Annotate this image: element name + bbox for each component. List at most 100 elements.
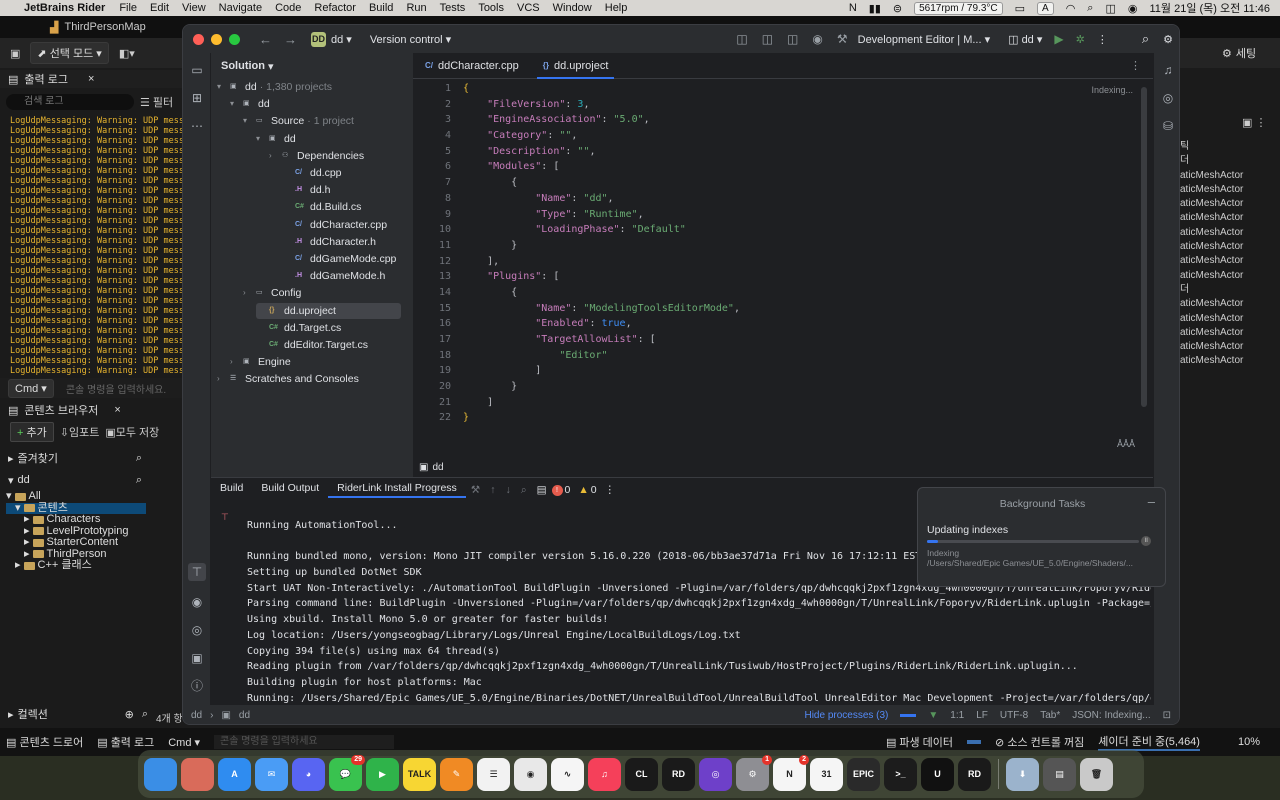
outliner-actor-item[interactable]: aticMeshActor xyxy=(1180,312,1280,326)
dock-pages-icon[interactable]: ✎ xyxy=(440,757,473,791)
zoom-level[interactable]: 10% xyxy=(1238,736,1260,748)
outliner-actor-item[interactable]: aticMeshActor xyxy=(1180,254,1280,268)
debug-icon[interactable]: ✲ xyxy=(1076,33,1085,46)
bottom-tab[interactable]: Build Output xyxy=(252,482,328,498)
output-log-tab[interactable]: ▤ 출력 로그 × xyxy=(0,70,182,88)
editor-tab[interactable]: {} dd.uproject xyxy=(531,53,621,79)
hammer-icon[interactable]: ⚒ xyxy=(471,484,480,496)
status-path-leaf[interactable]: dd xyxy=(239,710,250,721)
menu-item-tools[interactable]: Tools xyxy=(478,2,504,14)
run-target-dropdown[interactable]: ◫ dd ▾ xyxy=(1008,33,1042,46)
menu-item-refactor[interactable]: Refactor xyxy=(314,2,356,14)
dock-calendar-icon[interactable]: 31 xyxy=(810,757,843,791)
dock-desktop-stack-icon[interactable]: ▤ xyxy=(1043,757,1076,791)
build-tool-icon[interactable]: ⊤ xyxy=(188,563,206,581)
gear-icon[interactable]: ⚙ xyxy=(1222,47,1232,60)
add-collection-icon[interactable]: ⊕ xyxy=(125,708,134,721)
save-all-button[interactable]: ▣모두 저장 xyxy=(105,424,159,440)
vcs-widget[interactable]: Version control ▾ xyxy=(370,33,451,46)
caret-position[interactable]: 1:1 xyxy=(950,710,964,721)
settings-label[interactable]: 세팅 xyxy=(1236,45,1256,61)
collections-row[interactable]: ▸ 컬렉션 ⊕ ⌕ xyxy=(8,706,148,722)
content-folder-item[interactable]: ▸ StarterContent xyxy=(6,536,146,549)
close-icon[interactable]: × xyxy=(88,73,94,85)
add-actor-icon[interactable]: ◧▾ xyxy=(119,47,135,60)
ai-assistant-icon[interactable]: ◎ xyxy=(1159,89,1177,107)
menu-item-tests[interactable]: Tests xyxy=(440,2,466,14)
favorites-row[interactable]: ▸ 즐겨찾기 ⌕ xyxy=(8,449,142,467)
hammer-icon[interactable]: ⚒ xyxy=(837,32,848,46)
gamepad-icon[interactable]: ◫ xyxy=(762,32,773,46)
solution-tree-item[interactable]: C# dd.Target.cs xyxy=(256,320,341,336)
content-folder-item[interactable]: ▸ Characters xyxy=(6,513,146,526)
run-config-dropdown[interactable]: Development Editor | M... ▾ xyxy=(858,33,990,46)
save-icon[interactable]: ▣ xyxy=(10,47,20,60)
dock-trash-icon[interactable]: 🗑 xyxy=(1080,757,1113,791)
minimize-icon[interactable]: – xyxy=(1148,494,1155,509)
fan-status[interactable]: 5617rpm / 79.3°C xyxy=(914,1,1003,15)
search-icon[interactable]: ⌕ xyxy=(1142,31,1149,47)
outliner-actor-item[interactable]: aticMeshActor xyxy=(1180,297,1280,311)
line-separator[interactable]: LF xyxy=(976,710,988,721)
gear-icon[interactable]: ⚙ xyxy=(1163,33,1173,46)
more-icon[interactable]: ⋮ xyxy=(1097,33,1108,46)
add-button[interactable]: + 추가 xyxy=(10,422,54,442)
solution-tree-item[interactable]: › ☰ Scratches and Consoles xyxy=(217,371,359,387)
menu-item-window[interactable]: Window xyxy=(553,2,592,14)
solution-tree-item[interactable]: ▾ ▭ Source · 1 project xyxy=(243,113,354,129)
more-icon[interactable]: ⋯ xyxy=(188,117,206,135)
content-browser-tab[interactable]: ▤ 콘텐츠 브라우저 × xyxy=(0,401,182,419)
code-content[interactable]: { "FileVersion": 3, "EngineAssociation":… xyxy=(463,81,1123,441)
database-icon[interactable]: ⛁ xyxy=(1159,117,1177,135)
source-control-button[interactable]: ⊘ 소스 컨트롤 꺼짐 xyxy=(995,734,1084,750)
dock-finder-icon[interactable] xyxy=(144,757,177,791)
more-icon[interactable]: ⋮ xyxy=(605,484,616,496)
content-drawer-button[interactable]: ▤ 콘텐츠 드로어 xyxy=(6,734,83,750)
dock-app-store-icon[interactable]: A xyxy=(218,757,251,791)
terminal-icon[interactable]: ▣ xyxy=(188,649,206,667)
filter-icon[interactable]: ▤ xyxy=(537,484,547,496)
dock-mail-icon[interactable]: ✉ xyxy=(255,757,288,791)
forward-arrow-icon[interactable]: → xyxy=(284,32,297,47)
outliner-actor-item[interactable]: aticMeshActor xyxy=(1180,354,1280,368)
output-log-search-input[interactable]: 검색 로그 xyxy=(6,94,134,110)
solution-tree-item[interactable]: C# ddEditor.Target.cs xyxy=(256,337,368,353)
content-folder-item[interactable]: ▾ All xyxy=(6,490,146,503)
dock-github-icon[interactable]: ◎ xyxy=(699,757,732,791)
outliner-actor-item[interactable]: 더 xyxy=(1180,154,1280,168)
solution-tree-item[interactable]: C# dd.Build.cs xyxy=(282,199,361,215)
solution-tree-item[interactable]: .H ddGameMode.h xyxy=(282,268,385,284)
breadcrumb-item[interactable]: dd xyxy=(432,462,443,473)
dock-unreal-icon[interactable]: U xyxy=(921,757,954,791)
solution-tree-item[interactable]: ▾ ▣ dd · 1,380 projects xyxy=(217,79,332,95)
bottom-tab[interactable]: RiderLink Install Progress xyxy=(328,482,466,498)
lock-tray-icon[interactable]: ⊜ xyxy=(893,2,902,15)
menu-item-edit[interactable]: Edit xyxy=(150,2,169,14)
input-source-badge[interactable]: A xyxy=(1037,1,1054,15)
notion-tray-icon[interactable]: N xyxy=(849,2,857,14)
search-icon[interactable]: ⌕ xyxy=(521,484,527,497)
outliner-actor-item[interactable]: 더 xyxy=(1180,283,1280,297)
cmd-dropdown[interactable]: Cmd ▾ xyxy=(8,378,54,398)
map-title[interactable]: ThirdPersonMap xyxy=(64,21,145,33)
outliner-actor-item[interactable]: aticMeshActor xyxy=(1180,269,1280,283)
menu-item-view[interactable]: View xyxy=(182,2,206,14)
tabs-more-icon[interactable]: ⋮ xyxy=(1130,59,1141,72)
bottom-tab[interactable]: Build xyxy=(211,482,252,498)
dock-chrome-icon[interactable]: ◉ xyxy=(514,757,547,791)
inspection-icon[interactable]: ▼ xyxy=(928,710,938,721)
close-window-button[interactable] xyxy=(193,33,204,45)
outliner-actor-item[interactable]: 틱 xyxy=(1180,140,1280,154)
output-log-button[interactable]: ▤ 출력 로그 xyxy=(97,734,154,750)
output-log-filter-button[interactable]: ☰ 필터 xyxy=(140,94,173,110)
services-icon[interactable]: ◉ xyxy=(188,593,206,611)
dock-kakaotalk-icon[interactable]: TALK xyxy=(403,757,436,791)
outliner-folder-icon[interactable]: ▣ ⋮ xyxy=(1242,116,1266,129)
close-icon[interactable]: × xyxy=(114,404,120,416)
arrow-up-icon[interactable]: ↑ xyxy=(490,484,495,496)
outliner-actor-item[interactable]: aticMeshActor xyxy=(1180,240,1280,254)
solution-tree-item[interactable]: › ▭ Config xyxy=(243,285,301,301)
menu-item-navigate[interactable]: Navigate xyxy=(219,2,262,14)
menu-item-code[interactable]: Code xyxy=(275,2,301,14)
unit-tests-icon[interactable]: ◎ xyxy=(188,621,206,639)
